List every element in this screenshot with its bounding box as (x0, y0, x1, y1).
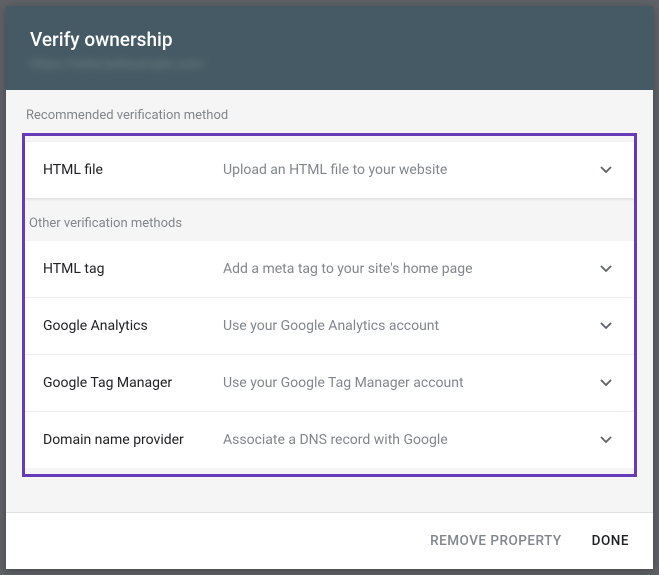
dialog-header: Verify ownership https://redactedexample… (6, 6, 653, 90)
other-methods-section: Other verification methods HTML tag Add … (25, 216, 634, 468)
method-name: HTML file (43, 162, 223, 178)
recommended-section-label: Recommended verification method (22, 108, 637, 123)
method-description: Associate a DNS record with Google (223, 432, 596, 448)
remove-property-button[interactable]: REMOVE PROPERTY (426, 525, 566, 557)
verify-ownership-dialog: Verify ownership https://redactedexample… (6, 6, 653, 569)
chevron-down-icon (596, 373, 616, 393)
dialog-subtitle: https://redactedexample.com/ (30, 57, 629, 72)
chevron-down-icon (596, 430, 616, 450)
chevron-down-icon (596, 259, 616, 279)
other-section-label: Other verification methods (25, 216, 634, 231)
method-name: Domain name provider (43, 432, 223, 448)
method-domain-provider[interactable]: Domain name provider Associate a DNS rec… (25, 412, 634, 468)
chevron-down-icon (596, 160, 616, 180)
method-description: Use your Google Tag Manager account (223, 375, 596, 391)
dialog-title: Verify ownership (30, 28, 629, 51)
chevron-down-icon (596, 316, 616, 336)
method-google-tag-manager[interactable]: Google Tag Manager Use your Google Tag M… (25, 355, 634, 412)
method-description: Add a meta tag to your site's home page (223, 261, 596, 277)
other-methods-list: HTML tag Add a meta tag to your site's h… (25, 241, 634, 468)
method-description: Upload an HTML file to your website (223, 162, 596, 178)
method-name: HTML tag (43, 261, 223, 277)
method-html-file[interactable]: HTML file Upload an HTML file to your we… (25, 142, 634, 198)
method-description: Use your Google Analytics account (223, 318, 596, 334)
method-name: Google Tag Manager (43, 375, 223, 391)
dialog-body: Recommended verification method HTML fil… (6, 90, 653, 512)
highlight-annotation: HTML file Upload an HTML file to your we… (22, 133, 637, 477)
method-name: Google Analytics (43, 318, 223, 334)
dialog-footer: REMOVE PROPERTY DONE (6, 512, 653, 569)
method-html-tag[interactable]: HTML tag Add a meta tag to your site's h… (25, 241, 634, 298)
method-google-analytics[interactable]: Google Analytics Use your Google Analyti… (25, 298, 634, 355)
done-button[interactable]: DONE (588, 525, 633, 557)
